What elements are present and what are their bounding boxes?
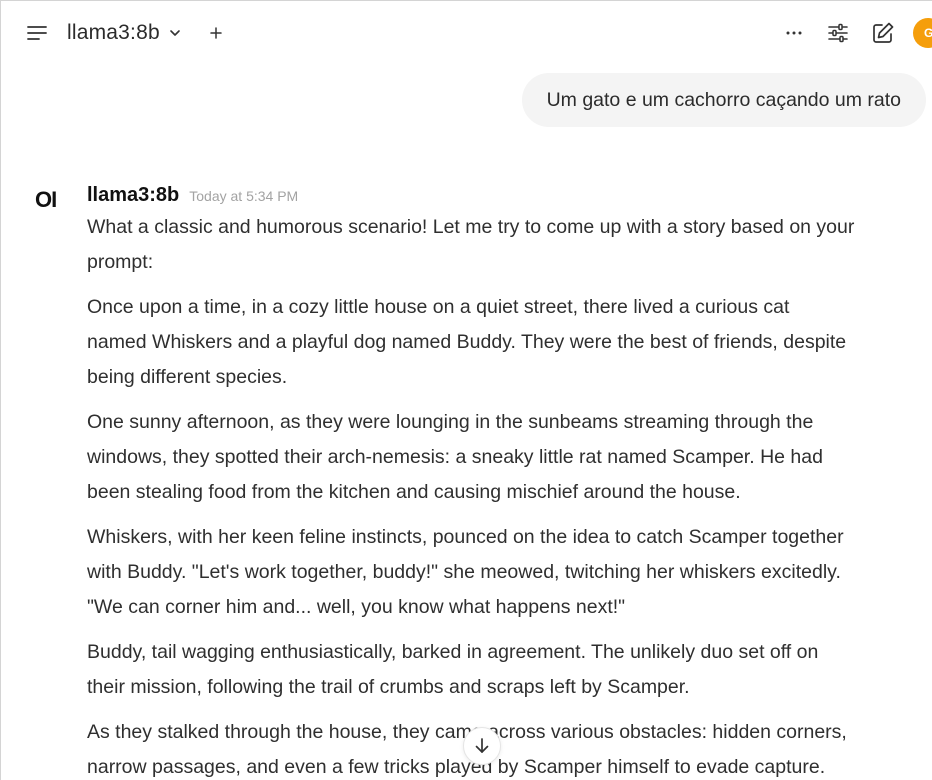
- add-model-button[interactable]: [200, 17, 232, 49]
- message-paragraph: What a classic and humorous scenario! Le…: [87, 210, 932, 280]
- assistant-message-header: llama3:8b Today at 5:34 PM: [87, 184, 298, 207]
- message-line: prompt:: [87, 251, 154, 273]
- menu-icon: [27, 26, 47, 40]
- assistant-logo-icon: OI: [35, 187, 57, 212]
- message-line: What a classic and humorous scenario! Le…: [87, 216, 855, 238]
- model-selector[interactable]: llama3:8b: [67, 19, 182, 47]
- message-paragraph: Buddy, tail wagging enthusiastically, ba…: [87, 635, 932, 705]
- chat-header: llama3:8b: [1, 1, 932, 65]
- message-paragraph: Once upon a time, in a cozy little house…: [87, 290, 932, 395]
- message-paragraph: As they stalked through the house, they …: [87, 715, 932, 780]
- more-options-button[interactable]: [778, 17, 810, 49]
- edit-icon: [873, 22, 894, 43]
- message-line: One sunny afternoon, as they were loungi…: [87, 411, 814, 433]
- new-chat-button[interactable]: [867, 17, 899, 49]
- message-line: windows, they spotted their arch-nemesis…: [87, 446, 823, 468]
- message-line: been stealing food from the kitchen and …: [87, 481, 741, 503]
- message-line: Once upon a time, in a cozy little house…: [87, 296, 790, 318]
- message-line: their mission, following the trail of cr…: [87, 676, 690, 698]
- user-avatar[interactable]: G: [913, 18, 932, 48]
- scroll-to-bottom-button[interactable]: [463, 727, 501, 765]
- chat-controls-button[interactable]: [822, 17, 854, 49]
- assistant-name: llama3:8b: [87, 184, 180, 206]
- message-line: Buddy, tail wagging enthusiastically, ba…: [87, 641, 819, 663]
- message-line: with Buddy. "Let's work together, buddy!…: [87, 561, 841, 583]
- model-name: llama3:8b: [67, 21, 160, 44]
- message-timestamp: Today at 5:34 PM: [189, 188, 299, 204]
- message-line: being different species.: [87, 366, 288, 388]
- plus-icon: [210, 27, 222, 39]
- chat-window: llama3:8b Um gato e um cachorro caçando …: [0, 0, 932, 780]
- sliders-icon: [828, 23, 848, 43]
- avatar-initial: G: [924, 26, 932, 40]
- message-paragraph: Whiskers, with her keen feline instincts…: [87, 520, 932, 625]
- message-line: Whiskers, with her keen feline instincts…: [87, 526, 844, 548]
- message-paragraph: One sunny afternoon, as they were loungi…: [87, 405, 932, 510]
- assistant-message-body: What a classic and humorous scenario! Le…: [87, 210, 932, 780]
- ellipsis-icon: [786, 31, 802, 35]
- message-line: "We can corner him and... well, you know…: [87, 596, 626, 618]
- user-message-text: Um gato e um cachorro caçando um rato: [546, 88, 901, 111]
- arrow-down-icon: [475, 738, 489, 753]
- sidebar-toggle-button[interactable]: [21, 17, 53, 49]
- message-line: narrow passages, and even a few tricks p…: [87, 756, 826, 778]
- message-line: named Whiskers and a playful dog named B…: [87, 331, 847, 353]
- chevron-down-icon: [168, 26, 182, 40]
- user-message-bubble: Um gato e um cachorro caçando um rato: [521, 73, 926, 127]
